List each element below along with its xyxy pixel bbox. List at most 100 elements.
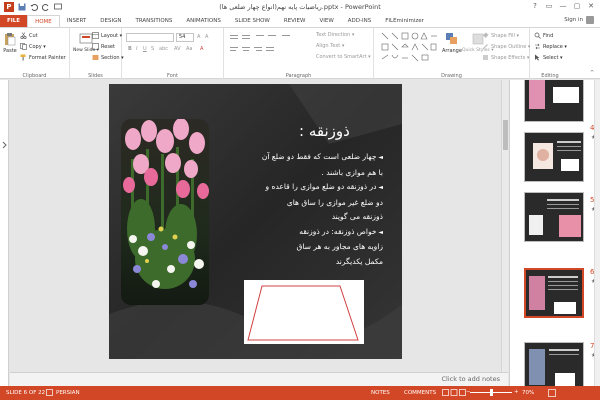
body-line: زاویه های مجاور به هر ساق	[296, 242, 383, 251]
body-line: در ذوزنقه دو ضلع موازی را قاعده و	[225, 180, 383, 196]
shapes-gallery[interactable]	[380, 31, 438, 65]
arrange-button[interactable]: Arrange	[442, 32, 462, 54]
slide-title[interactable]: ذوزنقه :	[299, 122, 350, 140]
ribbon-display-button[interactable]: ▭	[542, 0, 556, 12]
status-bar: SLIDE 6 OF 22 PERSIAN NOTES COMMENTS − +…	[0, 386, 600, 400]
slide-thumbnail[interactable]	[524, 80, 584, 122]
bold-button[interactable]: B	[128, 46, 132, 52]
search-icon	[534, 32, 541, 39]
replace-label: Replace ▾	[543, 43, 567, 50]
tulips-image	[121, 119, 209, 305]
zoom-level[interactable]: 70%	[522, 390, 534, 396]
align-text-button[interactable]: Align Text ▾	[316, 43, 344, 49]
arrange-label: Arrange	[442, 48, 462, 54]
language-indicator[interactable]: PERSIAN	[56, 390, 80, 396]
body-line: چهار ضلعی است که فقط دو ضلع آن	[225, 150, 383, 166]
comments-toggle[interactable]: COMMENTS	[404, 390, 436, 396]
tab-slide-show[interactable]: SLIDE SHOW	[228, 15, 277, 27]
shape-outline-button[interactable]: Shape Outline ▾	[482, 43, 530, 50]
editor-scroll-thumb[interactable]	[503, 120, 508, 150]
char-spacing-button[interactable]: AV	[174, 46, 181, 52]
slide-thumbnail-pane: 4 ★ 5 ★ 6 ★ 7 ★	[509, 80, 600, 386]
cut-button[interactable]: Cut	[20, 32, 38, 39]
tab-home[interactable]: HOME	[27, 15, 60, 27]
slide-thumbnail[interactable]	[524, 132, 584, 182]
effects-icon	[483, 55, 488, 60]
layout-button[interactable]: Layout ▾	[92, 32, 122, 39]
sign-in[interactable]: Sign in	[564, 16, 594, 24]
window-title: ریاضیات پایه نهم(انواع چهار ضلعی ها).ppt…	[219, 3, 381, 11]
close-button[interactable]: ✕	[584, 0, 598, 12]
convert-smartart-button[interactable]: Convert to SmartArt ▾	[316, 54, 371, 60]
slide-thumbnail-selected[interactable]	[524, 268, 584, 318]
list-buttons-icon[interactable]	[230, 34, 300, 42]
copy-button[interactable]: Copy ▾	[20, 43, 46, 50]
tab-design[interactable]: DESIGN	[93, 15, 128, 27]
tab-insert[interactable]: INSERT	[60, 15, 93, 27]
tab-add-ins[interactable]: ADD-INS	[341, 15, 378, 27]
paintbrush-icon	[20, 54, 26, 61]
shadow-button[interactable]: S	[151, 46, 154, 52]
replace-button[interactable]: Replace ▾	[534, 43, 567, 50]
collapse-ribbon-icon[interactable]: ^	[590, 70, 594, 76]
strikethrough-button[interactable]: abc	[159, 46, 168, 52]
scissors-icon	[20, 32, 27, 39]
font-group: 54 A A B I U S abc AV Aa A Font	[122, 28, 224, 80]
font-color-button[interactable]: A	[200, 46, 203, 52]
thumbnail-scrollbar[interactable]	[594, 80, 600, 386]
text-direction-label: Text Direction ▾	[316, 32, 355, 38]
drawing-group-label: Drawing	[441, 73, 462, 79]
section-icon	[92, 55, 99, 60]
pane-arrow-icon[interactable]	[1, 140, 8, 150]
editor-scrollbar[interactable]	[501, 80, 508, 372]
cut-label: Cut	[29, 32, 38, 39]
slide-thumbnail[interactable]	[524, 192, 584, 242]
reset-label: Reset	[101, 43, 115, 50]
format-painter-button[interactable]: Format Painter	[20, 54, 66, 61]
italic-button[interactable]: I	[136, 46, 137, 52]
text-direction-button[interactable]: Text Direction ▾	[316, 32, 354, 38]
maximize-button[interactable]: ▢	[570, 0, 584, 12]
tab-animations[interactable]: ANIMATIONS	[179, 15, 228, 27]
paste-button[interactable]: Paste	[3, 32, 17, 54]
avatar	[586, 16, 594, 24]
window-controls: ? ▭ — ▢ ✕	[528, 0, 598, 12]
tab-transitions[interactable]: TRANSITIONS	[128, 15, 179, 27]
trapezoid-diagram[interactable]	[244, 280, 364, 344]
alignment-buttons-icon[interactable]	[230, 46, 300, 54]
spelling-icon[interactable]	[46, 389, 53, 396]
view-buttons-icon[interactable]	[442, 389, 466, 397]
shape-outline-label: Shape Outline ▾	[491, 43, 531, 50]
find-button[interactable]: Find	[534, 32, 553, 39]
grow-font-button[interactable]: A	[197, 34, 200, 40]
minimize-button[interactable]: —	[556, 0, 570, 12]
trapezoid-shape	[247, 285, 359, 341]
fit-slide-icon[interactable]	[548, 389, 556, 397]
section-button[interactable]: Section ▾	[92, 54, 124, 61]
tab-review[interactable]: REVIEW	[277, 15, 313, 27]
select-button[interactable]: Select ▾	[534, 54, 563, 61]
zoom-in-icon[interactable]: +	[514, 389, 519, 395]
underline-button[interactable]: U	[143, 46, 147, 52]
editing-group-label: Editing	[541, 73, 559, 79]
help-button[interactable]: ?	[528, 0, 542, 12]
tab-view[interactable]: VIEW	[312, 15, 340, 27]
change-case-button[interactable]: Aa	[186, 46, 192, 52]
shape-fill-button[interactable]: Shape Fill ▾	[482, 32, 519, 39]
font-size-box[interactable]: 54	[176, 33, 194, 42]
tulips-photo[interactable]	[121, 119, 209, 305]
tab-file[interactable]: FILE	[0, 15, 28, 27]
zoom-slider-knob[interactable]	[490, 389, 494, 396]
ribbon: Paste Cut Copy ▾ Format Painter Clipboar…	[0, 27, 600, 80]
font-name-box[interactable]	[126, 33, 174, 42]
tab-fileminimizer[interactable]: FILEminimizer	[378, 15, 431, 27]
notes-toggle[interactable]: NOTES	[371, 390, 390, 396]
reset-button[interactable]: Reset	[92, 43, 115, 50]
notes-pane[interactable]: Click to add notes	[10, 372, 508, 386]
editing-group: Find Replace ▾ Select ▾ Editing	[530, 28, 570, 80]
shape-effects-button[interactable]: Shape Effects ▾	[482, 54, 529, 61]
shrink-font-button[interactable]: A	[205, 34, 208, 40]
slide-thumbnail[interactable]	[524, 342, 584, 386]
slide-body-text[interactable]: چهار ضلعی است که فقط دو ضلع آن با هم موا…	[225, 150, 383, 269]
current-slide[interactable]: ذوزنقه : چهار ضلعی است که فقط دو ضلع آن …	[109, 84, 402, 359]
